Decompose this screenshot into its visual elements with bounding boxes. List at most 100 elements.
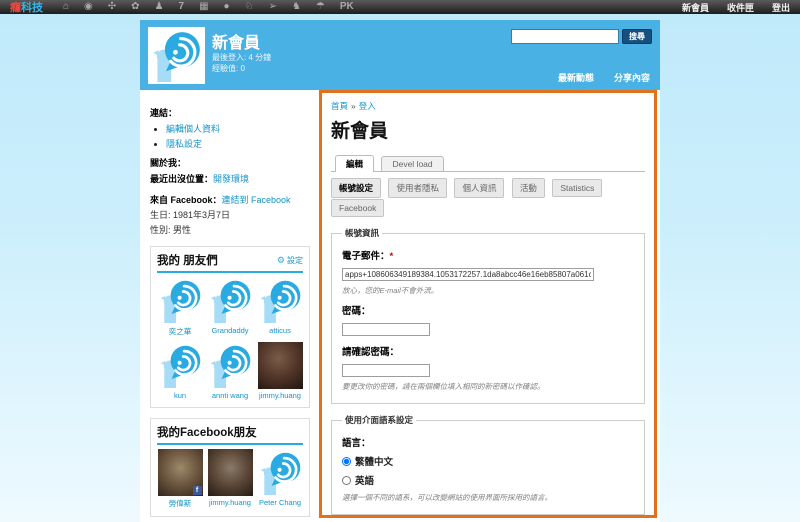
email-label: 電子郵件：*	[342, 248, 634, 262]
friend-item[interactable]: annti wang	[207, 342, 253, 400]
friend-item[interactable]: jimmy.huang	[257, 342, 303, 400]
radio-label: 英語	[355, 473, 374, 487]
dog-icon[interactable]: ♘	[245, 0, 254, 14]
edit-account-main-panel: 首頁»登入 新會員 編輯 Devel load 帳號設定 使用者隱私 個人資訊 …	[319, 90, 657, 518]
subtab-activity[interactable]: 活動	[512, 178, 545, 198]
search-button[interactable]: 搜尋	[622, 29, 652, 44]
subtab-facebook[interactable]: Facebook	[331, 199, 384, 217]
friend-photo-avatar	[208, 449, 253, 496]
ribbon-icon[interactable]: ✿	[131, 0, 139, 14]
content-area: 連結： 編輯個人資料 隱私設定 關於我： 最近出沒位置：開發環境 來自 Face…	[140, 90, 660, 522]
mascot-avatar-image	[258, 277, 303, 324]
friends-panel: 我的 朋友們 ⚙設定 奕之華 Grandaddy atticus	[150, 246, 310, 408]
links-heading: 連結：	[150, 106, 310, 119]
search-input[interactable]	[511, 29, 619, 44]
experience-text: 經驗值: 0	[212, 63, 245, 74]
android-icon[interactable]: ♟	[155, 0, 164, 14]
friend-item[interactable]: Peter Chang	[257, 449, 303, 509]
profile-avatar[interactable]	[148, 27, 205, 84]
facebook-friends-header: 我的Facebook朋友	[157, 424, 303, 445]
site-logo[interactable]: 癮科技	[10, 0, 43, 15]
seven-icon[interactable]: 7	[179, 0, 185, 14]
location-link[interactable]: 開發環境	[213, 174, 249, 184]
person-icon[interactable]: ♞	[292, 0, 301, 14]
topbar-link-member[interactable]: 新會員	[682, 1, 709, 14]
email-label-text: 電子郵件：	[342, 251, 390, 262]
topbar-link-logout[interactable]: 登出	[772, 1, 790, 14]
friends-settings-link[interactable]: ⚙設定	[277, 255, 303, 266]
topbar-icon-strip: ⌂ ◉ ✣ ✿ ♟ 7 ▦ ● ♘ ➢ ♞ ☂ PK	[63, 0, 354, 14]
facebook-label: 來自 Facebook：	[150, 195, 222, 205]
home-icon[interactable]: ⌂	[63, 0, 69, 14]
fish-icon[interactable]: ➢	[269, 0, 277, 14]
location-row: 最近出沒位置：開發環境	[150, 172, 310, 185]
tab-edit[interactable]: 編輯	[335, 155, 374, 172]
friend-item[interactable]: atticus	[257, 277, 303, 337]
mascot-avatar-image	[150, 29, 203, 82]
facebook-connect-link[interactable]: 連結到 Facebook	[222, 195, 291, 205]
tab-devel-load[interactable]: Devel load	[381, 156, 443, 171]
topbar-link-inbox[interactable]: 收件匣	[727, 1, 754, 14]
language-label: 語言：	[342, 435, 634, 449]
language-fieldset: 使用介面語系設定 語言： 繁體中文 英語 選擇一個不同的語系，可以改變網站的使用…	[331, 414, 645, 515]
friend-name[interactable]: annti wang	[212, 391, 248, 400]
subtab-statistics[interactable]: Statistics	[552, 179, 602, 197]
search-bar: 搜尋	[511, 29, 652, 44]
radio-traditional-chinese[interactable]	[342, 457, 351, 466]
subtab-user-privacy[interactable]: 使用者隱私	[388, 178, 447, 198]
friend-item[interactable]: Grandaddy	[207, 277, 253, 337]
mascot-avatar-image	[158, 277, 203, 324]
friends-panel-title: 我的 朋友們	[157, 252, 218, 268]
profile-sidebar: 連結： 編輯個人資料 隱私設定 關於我： 最近出沒位置：開發環境 來自 Face…	[140, 90, 316, 522]
gamepad-icon[interactable]: ▦	[199, 0, 208, 14]
location-label: 最近出沒位置：	[150, 174, 213, 184]
password-label: 密碼：	[342, 303, 634, 317]
logo-part-red: 癮	[10, 2, 21, 14]
gender-text: 性別: 男性	[150, 223, 310, 236]
password-description: 要更改你的密碼，請在兩個欄位填入相同的新密碼以作確認。	[342, 381, 634, 392]
friend-name[interactable]: Peter Chang	[259, 498, 301, 507]
friend-avatar	[258, 277, 303, 324]
drop-icon[interactable]: ●	[224, 0, 230, 14]
friend-name[interactable]: kun	[174, 391, 186, 400]
friend-name[interactable]: 勞偉斯	[169, 498, 192, 509]
secondary-tabs: 帳號設定 使用者隱私 個人資訊 活動 Statistics Facebook	[331, 178, 645, 217]
friend-name[interactable]: Grandaddy	[211, 326, 248, 335]
shell-icon[interactable]: ✣	[108, 0, 116, 14]
breadcrumb-home-link[interactable]: 首頁	[331, 101, 348, 111]
friend-name[interactable]: atticus	[269, 326, 291, 335]
antenna-icon[interactable]: ◉	[84, 0, 93, 14]
password-field[interactable]	[342, 323, 430, 336]
breadcrumb: 首頁»登入	[331, 100, 645, 112]
friend-name[interactable]: jimmy.huang	[259, 391, 301, 400]
language-option-english[interactable]: 英語	[342, 473, 634, 487]
logo-part-cyan: 科技	[21, 2, 43, 14]
subtab-account-settings[interactable]: 帳號設定	[331, 178, 381, 198]
friend-photo-avatar: f	[158, 449, 203, 496]
email-field[interactable]	[342, 268, 594, 281]
subtab-personal-info[interactable]: 個人資訊	[454, 178, 504, 198]
language-legend: 使用介面語系設定	[342, 414, 416, 426]
friend-name[interactable]: jimmy.huang	[209, 498, 251, 507]
tab-latest-activity[interactable]: 最新動態	[558, 71, 594, 84]
confirm-password-field[interactable]	[342, 364, 430, 377]
tab-shared-content[interactable]: 分享內容	[614, 71, 650, 84]
radio-label: 繁體中文	[355, 454, 393, 468]
privacy-settings-link[interactable]: 隱私設定	[166, 139, 202, 149]
topbar-user-links: 新會員 收件匣 登出	[682, 1, 790, 14]
friend-item[interactable]: kun	[157, 342, 203, 400]
friend-item[interactable]: f 勞偉斯	[157, 449, 203, 509]
breadcrumb-login-link[interactable]: 登入	[359, 101, 376, 111]
bird-icon[interactable]: ☂	[316, 0, 325, 14]
edit-profile-link[interactable]: 編輯個人資料	[166, 124, 220, 134]
friend-item[interactable]: jimmy.huang	[207, 449, 253, 509]
language-option-traditional-chinese[interactable]: 繁體中文	[342, 454, 634, 468]
friend-name[interactable]: 奕之華	[169, 326, 192, 337]
pk-icon[interactable]: PK	[340, 0, 354, 14]
profile-header-tabs: 最新動態 分享內容	[558, 71, 650, 84]
radio-english[interactable]	[342, 476, 351, 485]
required-marker: *	[390, 251, 394, 262]
top-nav-bar: 癮科技 ⌂ ◉ ✣ ✿ ♟ 7 ▦ ● ♘ ➢ ♞ ☂ PK 新會員 收件匣 登…	[0, 0, 800, 16]
facebook-friends-title: 我的Facebook朋友	[157, 424, 257, 440]
friend-item[interactable]: 奕之華	[157, 277, 203, 337]
